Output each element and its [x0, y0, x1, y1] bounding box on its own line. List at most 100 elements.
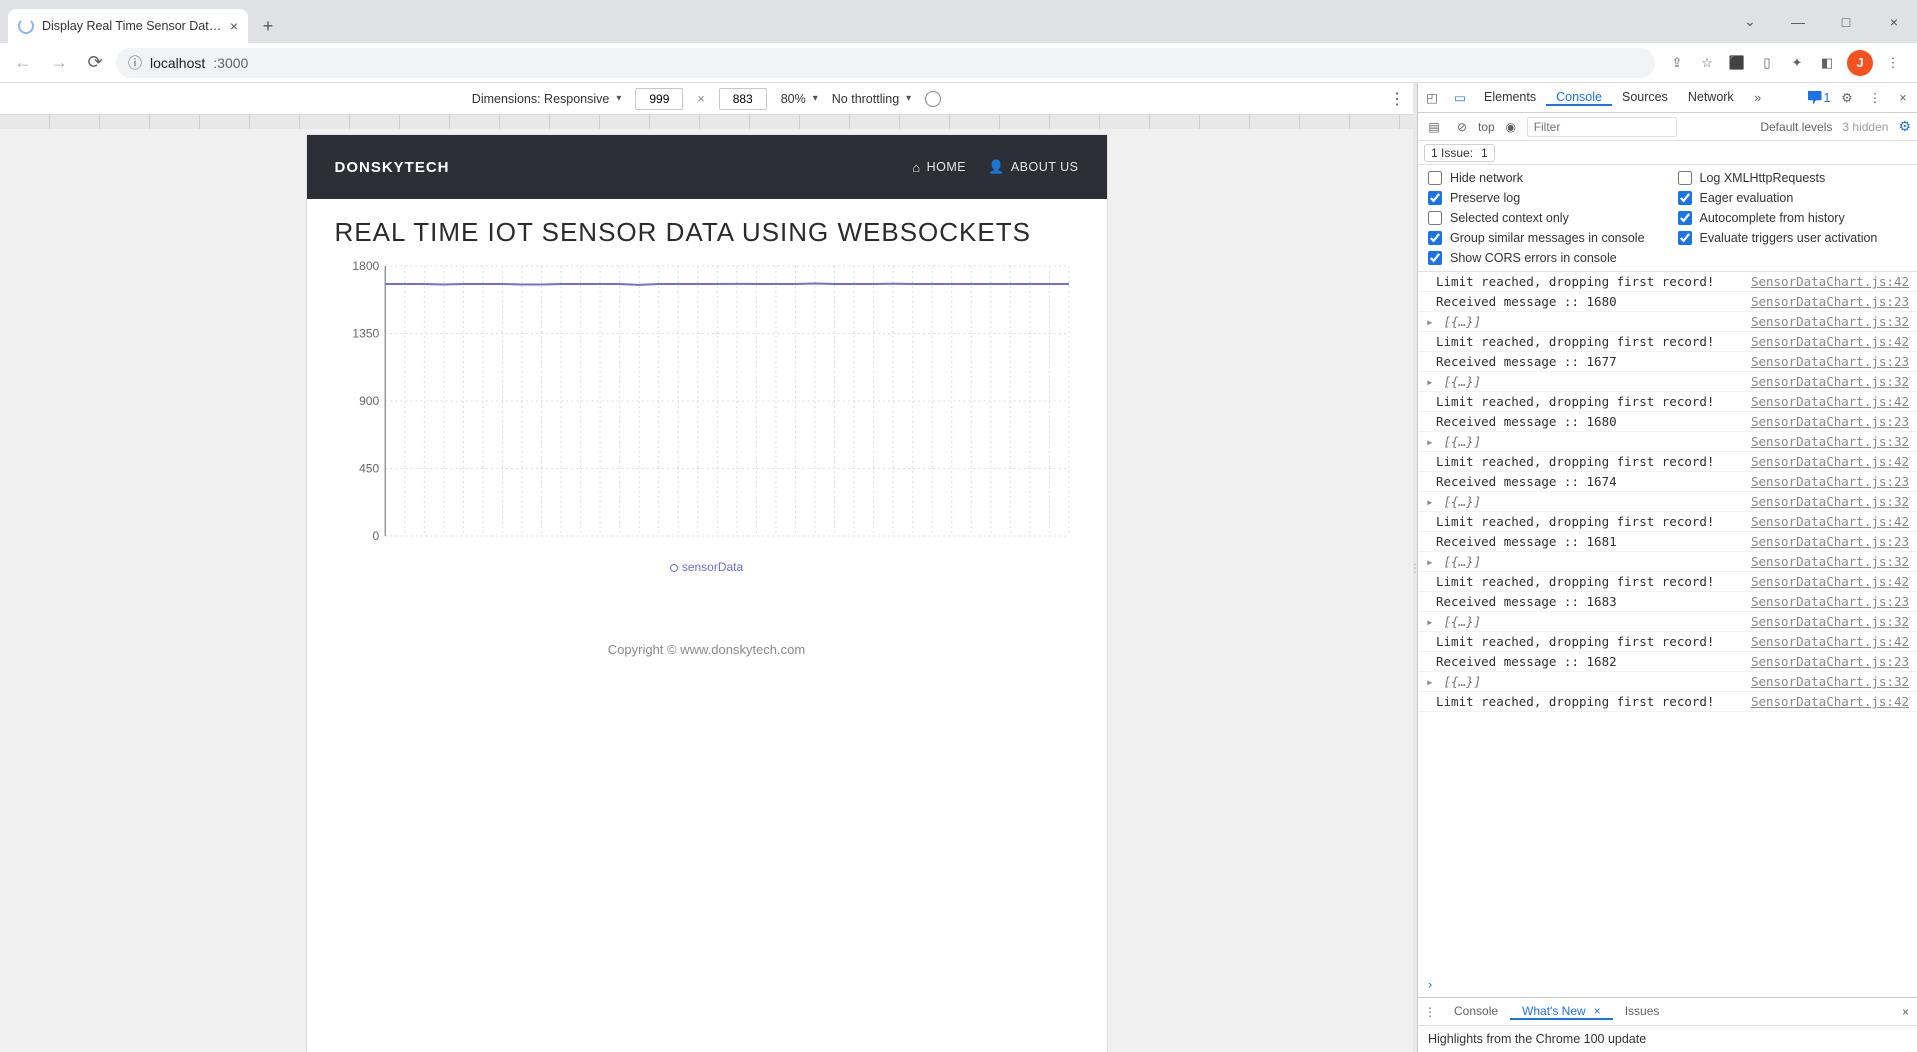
console-setting-checkbox[interactable]	[1678, 211, 1692, 225]
devtools-tab-sources[interactable]: Sources	[1612, 90, 1678, 104]
dimensions-selector[interactable]: Dimensions: Responsive	[472, 92, 622, 106]
close-tab-icon[interactable]: ×	[230, 18, 238, 34]
devtools-close-icon[interactable]: ×	[1889, 83, 1917, 112]
console-setting[interactable]: Show CORS errors in console	[1428, 251, 1658, 265]
devtools-menu-icon[interactable]: ⋮	[1861, 83, 1889, 112]
devtools-tab-console[interactable]: Console	[1546, 90, 1612, 106]
device-toolbar-menu-icon[interactable]: ⋮	[1389, 89, 1405, 109]
console-source-link[interactable]: SensorDataChart.js:32	[1751, 374, 1909, 389]
height-input[interactable]	[719, 88, 767, 110]
extension-icon[interactable]: ⬛	[1727, 53, 1747, 73]
console-row[interactable]: [{…}]SensorDataChart.js:32	[1418, 672, 1917, 692]
console-source-link[interactable]: SensorDataChart.js:32	[1751, 494, 1909, 509]
console-setting[interactable]: Log XMLHttpRequests	[1678, 171, 1908, 185]
console-source-link[interactable]: SensorDataChart.js:42	[1751, 394, 1909, 409]
issue-chip[interactable]: 1 Issue: 1	[1424, 144, 1495, 162]
console-source-link[interactable]: SensorDataChart.js:32	[1751, 614, 1909, 629]
console-row[interactable]: Received message :: 1680SensorDataChart.…	[1418, 292, 1917, 312]
console-row[interactable]: Received message :: 1674SensorDataChart.…	[1418, 472, 1917, 492]
console-row[interactable]: Received message :: 1683SensorDataChart.…	[1418, 592, 1917, 612]
maximize-button[interactable]: □	[1823, 6, 1869, 38]
console-setting[interactable]: Evaluate triggers user activation	[1678, 231, 1908, 245]
console-source-link[interactable]: SensorDataChart.js:42	[1751, 274, 1909, 289]
console-row[interactable]: Limit reached, dropping first record!Sen…	[1418, 332, 1917, 352]
console-source-link[interactable]: SensorDataChart.js:23	[1751, 414, 1909, 429]
more-tabs-icon[interactable]: »	[1744, 83, 1772, 112]
console-setting[interactable]: Preserve log	[1428, 191, 1658, 205]
inspect-icon[interactable]: ◰	[1418, 83, 1446, 112]
console-row[interactable]: Received message :: 1681SensorDataChart.…	[1418, 532, 1917, 552]
console-row[interactable]: [{…}]SensorDataChart.js:32	[1418, 612, 1917, 632]
drawer-tab-what-s-new[interactable]: What's New×	[1510, 1004, 1613, 1020]
chevron-down-icon[interactable]: ⌄	[1727, 6, 1773, 38]
console-row[interactable]: Received message :: 1677SensorDataChart.…	[1418, 352, 1917, 372]
console-source-link[interactable]: SensorDataChart.js:42	[1751, 454, 1909, 469]
console-row[interactable]: Limit reached, dropping first record!Sen…	[1418, 632, 1917, 652]
console-source-link[interactable]: SensorDataChart.js:32	[1751, 314, 1909, 329]
browser-tab[interactable]: Display Real Time Sensor Data th ×	[8, 9, 248, 43]
forward-button[interactable]: →	[44, 48, 74, 78]
console-setting-checkbox[interactable]	[1428, 171, 1442, 185]
console-filter-input[interactable]	[1527, 117, 1677, 137]
reload-button[interactable]: ⟳	[80, 48, 110, 78]
console-row[interactable]: Received message :: 1680SensorDataChart.…	[1418, 412, 1917, 432]
bookmark-icon[interactable]: ☆	[1697, 53, 1717, 73]
console-setting-checkbox[interactable]	[1428, 251, 1442, 265]
console-row[interactable]: Limit reached, dropping first record!Sen…	[1418, 512, 1917, 532]
console-settings-icon[interactable]: ⚙	[1898, 118, 1911, 135]
console-source-link[interactable]: SensorDataChart.js:32	[1751, 674, 1909, 689]
sidepanel-icon[interactable]: ◧	[1817, 53, 1837, 73]
width-input[interactable]	[635, 88, 683, 110]
console-row[interactable]: Limit reached, dropping first record!Sen…	[1418, 452, 1917, 472]
console-setting-checkbox[interactable]	[1678, 231, 1692, 245]
console-source-link[interactable]: SensorDataChart.js:23	[1751, 594, 1909, 609]
console-source-link[interactable]: SensorDataChart.js:42	[1751, 334, 1909, 349]
console-row[interactable]: Limit reached, dropping first record!Sen…	[1418, 692, 1917, 712]
console-row[interactable]: Limit reached, dropping first record!Sen…	[1418, 272, 1917, 292]
console-log-area[interactable]: Limit reached, dropping first record!Sen…	[1418, 272, 1917, 974]
console-setting-checkbox[interactable]	[1428, 231, 1442, 245]
console-setting[interactable]: Selected context only	[1428, 211, 1658, 225]
console-source-link[interactable]: SensorDataChart.js:23	[1751, 654, 1909, 669]
drawer-tab-issues[interactable]: Issues	[1613, 1004, 1672, 1018]
minimize-button[interactable]: —	[1775, 6, 1821, 38]
rotate-icon[interactable]	[925, 91, 941, 107]
console-setting[interactable]: Autocomplete from history	[1678, 211, 1908, 225]
console-sidebar-icon[interactable]: ▤	[1422, 120, 1446, 134]
live-expression-icon[interactable]: ◉	[1499, 120, 1523, 134]
site-info-icon[interactable]: ⓘ	[128, 53, 142, 73]
issues-indicator[interactable]: 1	[1805, 83, 1833, 112]
console-source-link[interactable]: SensorDataChart.js:23	[1751, 474, 1909, 489]
console-setting-checkbox[interactable]	[1678, 191, 1692, 205]
console-source-link[interactable]: SensorDataChart.js:42	[1751, 634, 1909, 649]
drawer-close-icon[interactable]: ×	[1894, 1005, 1917, 1019]
context-selector[interactable]: top	[1478, 120, 1495, 134]
device-icon[interactable]: ▯	[1757, 53, 1777, 73]
drawer-menu-icon[interactable]: ⋮	[1418, 1005, 1442, 1019]
nav-about[interactable]: 👤 ABOUT US	[988, 159, 1078, 175]
close-window-button[interactable]: ×	[1871, 6, 1917, 38]
chrome-menu-icon[interactable]: ⋮	[1883, 53, 1903, 73]
devtools-tab-elements[interactable]: Elements	[1474, 90, 1546, 104]
puzzle-icon[interactable]: ✦	[1787, 53, 1807, 73]
clear-console-icon[interactable]: ⊘	[1450, 120, 1474, 134]
console-row[interactable]: [{…}]SensorDataChart.js:32	[1418, 372, 1917, 392]
throttling-selector[interactable]: No throttling	[832, 92, 911, 106]
console-row[interactable]: [{…}]SensorDataChart.js:32	[1418, 312, 1917, 332]
console-row[interactable]: [{…}]SensorDataChart.js:32	[1418, 552, 1917, 572]
new-tab-button[interactable]: +	[254, 12, 282, 40]
console-source-link[interactable]: SensorDataChart.js:23	[1751, 354, 1909, 369]
console-row[interactable]: Limit reached, dropping first record!Sen…	[1418, 392, 1917, 412]
console-prompt[interactable]: ›	[1418, 974, 1917, 997]
console-setting[interactable]: Group similar messages in console	[1428, 231, 1658, 245]
device-mode-icon[interactable]: ▭	[1446, 83, 1474, 112]
console-setting[interactable]: Eager evaluation	[1678, 191, 1908, 205]
back-button[interactable]: ←	[8, 48, 38, 78]
console-row[interactable]: [{…}]SensorDataChart.js:32	[1418, 492, 1917, 512]
console-setting-checkbox[interactable]	[1428, 191, 1442, 205]
share-icon[interactable]: ⇪	[1667, 53, 1687, 73]
devtools-settings-icon[interactable]: ⚙	[1833, 83, 1861, 112]
close-icon[interactable]: ×	[1594, 1004, 1601, 1018]
console-source-link[interactable]: SensorDataChart.js:32	[1751, 554, 1909, 569]
devtools-tab-network[interactable]: Network	[1678, 90, 1744, 104]
